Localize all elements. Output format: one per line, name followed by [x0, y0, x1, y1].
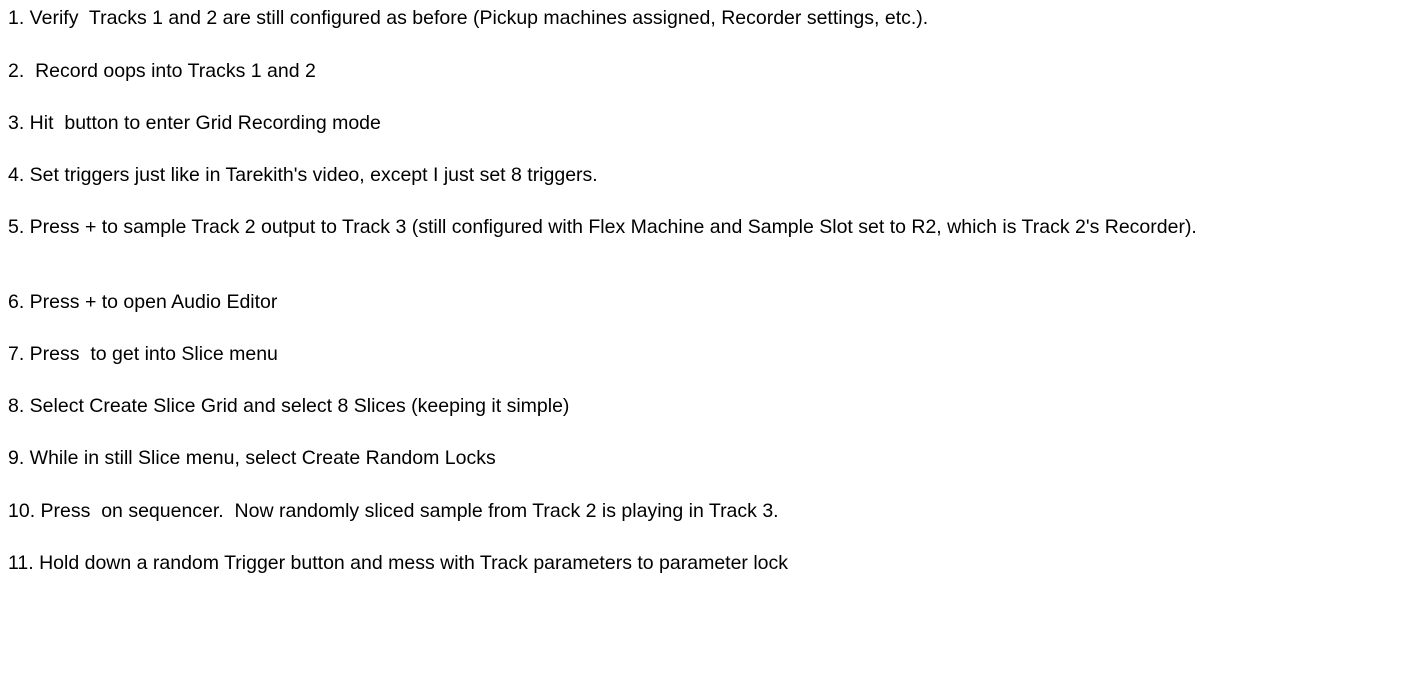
step-7: 7. Press to get into Slice menu: [8, 343, 278, 365]
step-10: 10. Press on sequencer. Now randomly sli…: [8, 500, 779, 522]
step-5: 5. Press + to sample Track 2 output to T…: [8, 216, 1197, 238]
step-1: 1. Verify Tracks 1 and 2 are still confi…: [8, 7, 929, 29]
step-3: 3. Hit button to enter Grid Recording mo…: [8, 112, 381, 134]
step-9: 9. While in still Slice menu, select Cre…: [8, 447, 496, 469]
step-2: 2. Record oops into Tracks 1 and 2: [8, 60, 316, 82]
step-11: 11. Hold down a random Trigger button an…: [8, 552, 789, 574]
step-4: 4. Set triggers just like in Tarekith's …: [8, 164, 598, 186]
step-6: 6. Press + to open Audio Editor: [8, 291, 278, 313]
step-8: 8. Select Create Slice Grid and select 8…: [8, 395, 570, 417]
